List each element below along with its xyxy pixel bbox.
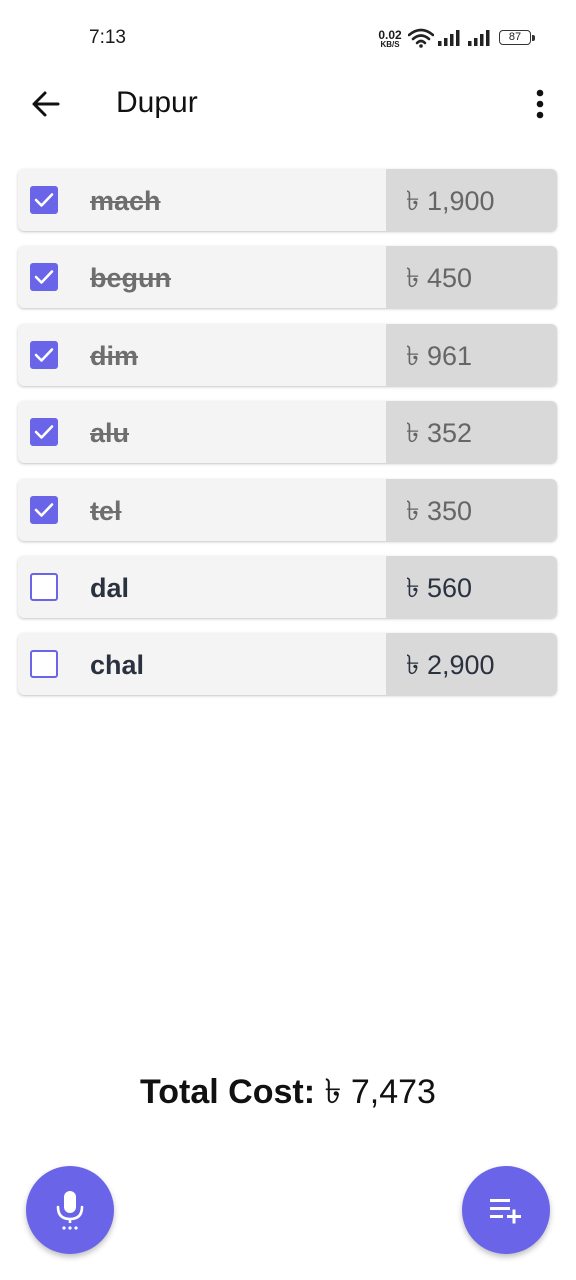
more-vert-icon bbox=[536, 89, 544, 119]
list-item[interactable]: alu ৳ 352 bbox=[18, 401, 557, 464]
item-price: ৳ 450 bbox=[406, 263, 472, 294]
item-price-cell[interactable]: ৳ 352 bbox=[386, 401, 557, 464]
item-checkbox[interactable] bbox=[30, 418, 58, 447]
item-name: begun bbox=[90, 263, 171, 294]
page-title: Dupur bbox=[116, 86, 198, 119]
back-button[interactable] bbox=[26, 84, 66, 124]
battery-icon: 87 bbox=[499, 30, 535, 45]
item-price-cell[interactable]: ৳ 350 bbox=[386, 478, 557, 541]
list-item[interactable]: begun ৳ 450 bbox=[18, 246, 557, 309]
wifi-icon bbox=[408, 28, 434, 48]
status-bar: 7:13 0.02 KB/S 87 bbox=[0, 0, 576, 76]
item-price: ৳ 961 bbox=[406, 340, 472, 371]
item-checkbox[interactable] bbox=[30, 340, 58, 369]
item-checkbox[interactable] bbox=[30, 263, 58, 292]
item-price: ৳ 350 bbox=[406, 495, 472, 526]
add-item-button[interactable] bbox=[462, 1166, 550, 1254]
network-speed-unit: KB/S bbox=[380, 40, 400, 49]
item-name: chal bbox=[90, 650, 145, 681]
total-cost-value: ৳ 7,473 bbox=[324, 1073, 436, 1111]
item-price-cell[interactable]: ৳ 450 bbox=[386, 246, 557, 309]
status-time: 7:13 bbox=[89, 27, 126, 48]
total-cost: Total Cost: ৳ 7,473 bbox=[0, 1066, 576, 1123]
check-icon bbox=[34, 270, 54, 285]
item-price-cell[interactable]: ৳ 2,900 bbox=[386, 633, 557, 696]
signal-icon-2 bbox=[468, 30, 490, 46]
list-item[interactable]: dal ৳ 560 bbox=[18, 555, 557, 618]
check-icon bbox=[34, 502, 54, 517]
voice-input-button[interactable] bbox=[26, 1166, 114, 1254]
list-item[interactable]: dim ৳ 961 bbox=[18, 323, 557, 386]
item-price: ৳ 1,900 bbox=[406, 186, 495, 216]
item-name: dal bbox=[90, 572, 130, 603]
item-name: tel bbox=[90, 495, 122, 526]
item-price: ৳ 2,900 bbox=[406, 650, 495, 681]
item-checkbox[interactable] bbox=[30, 186, 58, 214]
item-price: ৳ 560 bbox=[406, 572, 472, 603]
total-cost-label: Total Cost: bbox=[140, 1073, 316, 1111]
check-icon bbox=[34, 193, 54, 207]
item-name: mach bbox=[90, 186, 161, 216]
signal-icon bbox=[438, 30, 460, 46]
item-price: ৳ 352 bbox=[406, 418, 472, 449]
microphone-icon bbox=[56, 1191, 84, 1230]
check-icon bbox=[34, 347, 54, 362]
arrow-left-icon bbox=[32, 91, 60, 117]
item-price-cell[interactable]: ৳ 560 bbox=[386, 555, 557, 618]
shopping-list: mach ৳ 1,900 begun ৳ 450 dim ৳ 961 alu ৳… bbox=[18, 169, 558, 711]
item-price-cell[interactable]: ৳ 1,900 bbox=[386, 169, 557, 231]
check-icon bbox=[34, 425, 54, 439]
app-bar: Dupur bbox=[0, 76, 576, 132]
item-price-cell[interactable]: ৳ 961 bbox=[386, 323, 557, 386]
item-checkbox[interactable] bbox=[30, 572, 58, 601]
more-options-button[interactable] bbox=[524, 84, 556, 124]
item-name: alu bbox=[90, 418, 130, 449]
list-item[interactable]: chal ৳ 2,900 bbox=[18, 633, 557, 696]
network-speed: 0.02 KB/S bbox=[375, 29, 405, 49]
list-item[interactable]: mach ৳ 1,900 bbox=[18, 169, 557, 231]
item-name: dim bbox=[90, 340, 139, 371]
item-checkbox[interactable] bbox=[30, 495, 58, 524]
list-item[interactable]: tel ৳ 350 bbox=[18, 478, 557, 541]
playlist-add-icon bbox=[490, 1199, 521, 1224]
item-checkbox[interactable] bbox=[30, 650, 58, 679]
